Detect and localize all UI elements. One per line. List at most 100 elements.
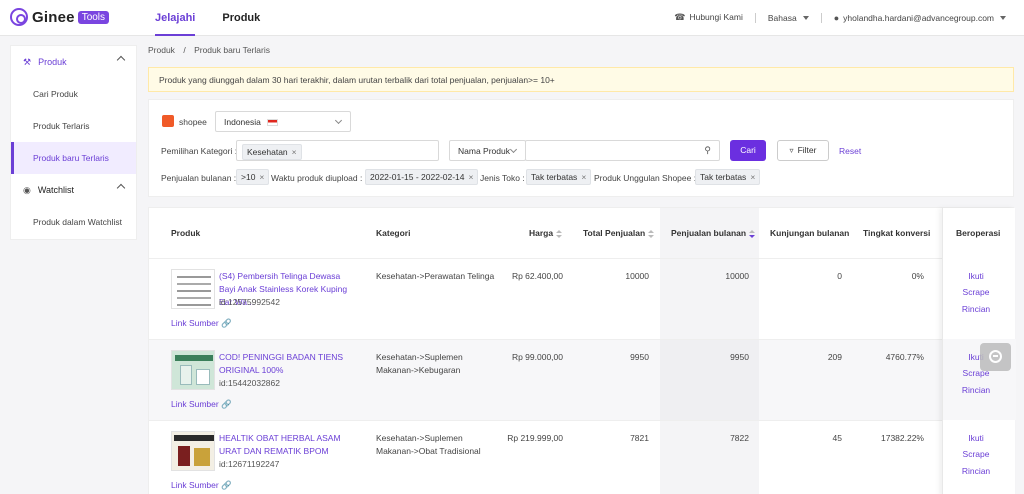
breadcrumb-current: Produk baru Terlaris bbox=[194, 45, 270, 55]
external-link-icon: 🔗 bbox=[218, 480, 232, 490]
featured-tag: Tak terbatas × bbox=[695, 169, 761, 185]
monthly-sales-tag: >10 × bbox=[236, 169, 270, 185]
search-icon: ⚲ bbox=[704, 145, 711, 155]
filter-button[interactable]: ▿ Filter bbox=[777, 140, 829, 161]
close-icon[interactable]: × bbox=[292, 147, 297, 157]
filter-button-label: Filter bbox=[797, 145, 817, 155]
external-link-icon: 🔗 bbox=[218, 399, 232, 409]
close-icon[interactable]: × bbox=[581, 172, 586, 182]
header-actions: ☎ Hubungi Kami Bahasa ● yholandha.hardani@… bbox=[674, 12, 1006, 23]
col-header-operate: Beroperasi bbox=[956, 228, 1001, 238]
external-link-icon: 🔗 bbox=[218, 318, 232, 328]
col-header-monthly-sales[interactable]: Penjualan bulanan bbox=[660, 208, 759, 258]
country-value: Indonesia bbox=[224, 117, 261, 127]
reset-link[interactable]: Reset bbox=[839, 146, 861, 156]
col-header-price[interactable]: Harga bbox=[529, 208, 563, 258]
category-cell: Kesehatan->Suplemen Makanan->Obat Tradis… bbox=[376, 433, 481, 456]
breadcrumb-root[interactable]: Produk bbox=[148, 45, 175, 55]
scrape-button[interactable]: Scrape bbox=[946, 449, 1006, 459]
user-icon: ● bbox=[833, 12, 840, 23]
price-cell: Rp 62.400,00 bbox=[511, 271, 563, 281]
follow-button[interactable]: Ikuti bbox=[946, 433, 1006, 443]
monthly-sales-label: Penjualan bulanan : bbox=[161, 173, 237, 183]
chevron-down-icon bbox=[509, 145, 518, 154]
sidebar-group-watchlist[interactable]: ◉ Watchlist bbox=[11, 174, 136, 206]
logo[interactable]: Ginee Tools bbox=[10, 8, 110, 26]
contact-link[interactable]: ☎ Hubungi Kami bbox=[674, 12, 743, 23]
user-email: yholandha.hardani@advancegroup.com bbox=[843, 12, 994, 23]
chevron-down-icon bbox=[334, 116, 343, 125]
col-header-product: Produk bbox=[171, 228, 201, 238]
source-link-label: Link Sumber bbox=[171, 399, 219, 409]
sidebar-item-produk-dalam-watchlist[interactable]: Produk dalam Watchlist bbox=[11, 206, 136, 238]
product-name-link[interactable]: HEALTIK OBAT HERBAL ASAM URAT DAN REMATI… bbox=[219, 432, 359, 458]
search-button[interactable]: Cari bbox=[730, 140, 766, 161]
divider bbox=[754, 12, 756, 23]
featured-label: Produk Unggulan Shopee : bbox=[594, 173, 697, 183]
language-select[interactable]: Bahasa bbox=[768, 13, 809, 23]
top-bar: Ginee Tools Jelajahi Produk ☎ Hubungi Kam… bbox=[0, 0, 1024, 36]
scrape-button[interactable]: Scrape bbox=[946, 287, 1006, 297]
main-nav: Jelajahi Produk bbox=[155, 0, 287, 36]
monthly-sales-cell: 9950 bbox=[730, 352, 749, 362]
shop-type-label: Jenis Toko : bbox=[480, 173, 525, 183]
sidebar-item-cari-produk[interactable]: Cari Produk bbox=[11, 78, 136, 110]
product-thumbnail[interactable] bbox=[171, 431, 215, 471]
price-header-label: Harga bbox=[529, 228, 554, 238]
monthly-sales-value: >10 bbox=[241, 172, 256, 182]
source-link[interactable]: Link Sumber 🔗 bbox=[171, 318, 232, 329]
breadcrumb-separator: / bbox=[183, 45, 186, 55]
table-row: (S4) Pembersih Telinga Dewasa Bayi Anak … bbox=[149, 258, 1015, 340]
close-icon[interactable]: × bbox=[469, 172, 474, 182]
price-cell: Rp 219.999,00 bbox=[507, 433, 563, 443]
nav-jelajahi[interactable]: Jelajahi bbox=[155, 0, 196, 36]
breadcrumb: Produk / Produk baru Terlaris bbox=[148, 45, 270, 55]
sort-icon bbox=[648, 229, 655, 238]
source-link[interactable]: Link Sumber 🔗 bbox=[171, 480, 232, 491]
search-field-select[interactable]: Nama Produk bbox=[449, 140, 526, 161]
chevron-down-icon bbox=[1000, 16, 1006, 21]
source-link[interactable]: Link Sumber 🔗 bbox=[171, 399, 232, 410]
sidebar-item-produk-baru-terlaris[interactable]: Produk baru Terlaris bbox=[11, 142, 136, 174]
sort-desc-icon bbox=[749, 229, 756, 238]
col-header-conversion: Tingkat konversi bbox=[863, 228, 931, 238]
nav-produk[interactable]: Produk bbox=[222, 0, 260, 36]
product-thumbnail[interactable] bbox=[171, 350, 215, 390]
sidebar-group-produk[interactable]: ⚒ Produk bbox=[11, 46, 136, 78]
visits-cell: 45 bbox=[832, 433, 842, 443]
search-field-value: Nama Produk bbox=[458, 146, 510, 156]
chevron-up-icon bbox=[116, 55, 126, 65]
upload-time-value: 2022-01-15 - 2022-02-14 bbox=[370, 172, 465, 182]
follow-button[interactable]: Ikuti bbox=[946, 271, 1006, 281]
product-name-link[interactable]: COD! PENINGGI BADAN TIENS ORIGINAL 100% bbox=[219, 351, 359, 377]
sidebar-item-produk-terlaris[interactable]: Produk Terlaris bbox=[11, 110, 136, 142]
category-select[interactable]: Kesehatan × bbox=[236, 140, 439, 161]
close-icon[interactable]: × bbox=[750, 172, 755, 182]
headset-icon: ☎ bbox=[674, 12, 686, 22]
eye-icon: ◉ bbox=[23, 184, 31, 195]
category-cell: Kesehatan->Perawatan Telinga bbox=[376, 271, 495, 281]
country-select[interactable]: Indonesia bbox=[215, 111, 351, 132]
platform-label[interactable]: shopee bbox=[179, 117, 207, 127]
col-header-total-sales[interactable]: Total Penjualan bbox=[583, 208, 655, 258]
user-menu[interactable]: ● yholandha.hardani@advancegroup.com bbox=[834, 13, 1006, 23]
details-button[interactable]: Rincian bbox=[946, 385, 1006, 395]
monthly-sales-cell: 7822 bbox=[730, 433, 749, 443]
conversion-cell: 0% bbox=[911, 271, 924, 281]
col-header-monthly-visits: Kunjungan bulanan bbox=[770, 228, 850, 238]
logo-text: Ginee bbox=[32, 8, 75, 26]
close-icon[interactable]: × bbox=[259, 172, 264, 182]
chevron-up-icon bbox=[116, 183, 126, 193]
chevron-down-icon bbox=[802, 16, 809, 21]
product-thumbnail[interactable] bbox=[171, 269, 215, 309]
search-input[interactable]: ⚲ bbox=[525, 140, 720, 161]
chat-support-icon[interactable] bbox=[980, 343, 1011, 371]
details-button[interactable]: Rincian bbox=[946, 304, 1006, 314]
sidebar-group-label: Produk bbox=[38, 57, 67, 67]
product-id: id:12671192247 bbox=[219, 459, 280, 469]
details-button[interactable]: Rincian bbox=[946, 466, 1006, 476]
total-sales-cell: 10000 bbox=[625, 271, 649, 281]
total-sales-cell: 7821 bbox=[630, 433, 649, 443]
monthly-sales-cell: 10000 bbox=[725, 271, 749, 281]
category-tag-label: Kesehatan bbox=[247, 147, 288, 157]
